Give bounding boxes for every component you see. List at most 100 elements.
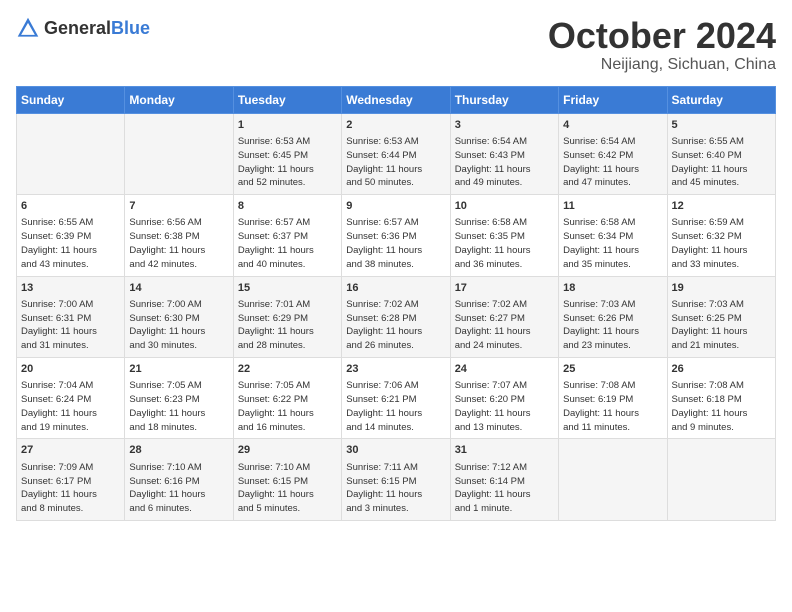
calendar-header-row: SundayMondayTuesdayWednesdayThursdayFrid… xyxy=(17,86,776,113)
day-info: Sunrise: 7:08 AM Sunset: 6:19 PM Dayligh… xyxy=(563,379,662,434)
day-info: Sunrise: 7:07 AM Sunset: 6:20 PM Dayligh… xyxy=(455,379,554,434)
day-info: Sunrise: 6:53 AM Sunset: 6:45 PM Dayligh… xyxy=(238,135,337,190)
calendar-cell: 7 Sunrise: 6:56 AM Sunset: 6:38 PM Daylig… xyxy=(125,195,233,276)
day-info: Sunrise: 6:54 AM Sunset: 6:42 PM Dayligh… xyxy=(563,135,662,190)
logo-text-general: General xyxy=(44,18,111,38)
calendar-cell: 19 Sunrise: 7:03 AM Sunset: 6:25 PM Dayli… xyxy=(667,276,775,357)
calendar-week-row: 27 Sunrise: 7:09 AM Sunset: 6:17 PM Dayli… xyxy=(17,439,776,520)
day-info: Sunrise: 7:05 AM Sunset: 6:23 PM Dayligh… xyxy=(129,379,228,434)
calendar-cell: 27 Sunrise: 7:09 AM Sunset: 6:17 PM Dayli… xyxy=(17,439,125,520)
calendar-cell: 21Sunrise: 7:05 AM Sunset: 6:23 PM Dayli… xyxy=(125,357,233,438)
calendar-cell: 3Sunrise: 6:54 AM Sunset: 6:43 PM Daylig… xyxy=(450,113,558,194)
day-info: Sunrise: 6:55 AM Sunset: 6:39 PM Dayligh… xyxy=(21,216,120,271)
logo-text-blue: Blue xyxy=(111,18,150,38)
day-info: Sunrise: 6:58 AM Sunset: 6:34 PM Dayligh… xyxy=(563,216,662,271)
day-number: 7 xyxy=(129,199,228,214)
calendar-cell: 15Sunrise: 7:01 AM Sunset: 6:29 PM Dayli… xyxy=(233,276,341,357)
calendar-cell xyxy=(125,113,233,194)
day-info: Sunrise: 7:10 AM Sunset: 6:16 PM Dayligh… xyxy=(129,461,228,516)
calendar-cell: 16 Sunrise: 7:02 AM Sunset: 6:28 PM Dayli… xyxy=(342,276,450,357)
day-number: 2 xyxy=(346,118,445,133)
day-info: Sunrise: 7:02 AM Sunset: 6:28 PM Dayligh… xyxy=(346,298,445,353)
day-info: Sunrise: 6:57 AM Sunset: 6:36 PM Dayligh… xyxy=(346,216,445,271)
page-header: GeneralBlue October 2024 Neijiang, Sichu… xyxy=(16,16,776,74)
column-header-thursday: Thursday xyxy=(450,86,558,113)
calendar-cell: 6 Sunrise: 6:55 AM Sunset: 6:39 PM Daylig… xyxy=(17,195,125,276)
day-number: 14 xyxy=(129,281,228,296)
calendar-cell: 5Sunrise: 6:55 AM Sunset: 6:40 PM Daylig… xyxy=(667,113,775,194)
column-header-tuesday: Tuesday xyxy=(233,86,341,113)
location: Neijiang, Sichuan, China xyxy=(548,56,776,74)
calendar-table: SundayMondayTuesdayWednesdayThursdayFrid… xyxy=(16,86,776,521)
day-info: Sunrise: 6:53 AM Sunset: 6:44 PM Dayligh… xyxy=(346,135,445,190)
calendar-cell: 11 Sunrise: 6:58 AM Sunset: 6:34 PM Dayli… xyxy=(559,195,667,276)
column-header-saturday: Saturday xyxy=(667,86,775,113)
day-info: Sunrise: 7:04 AM Sunset: 6:24 PM Dayligh… xyxy=(21,379,120,434)
calendar-cell: 9 Sunrise: 6:57 AM Sunset: 6:36 PM Daylig… xyxy=(342,195,450,276)
day-number: 28 xyxy=(129,443,228,458)
day-info: Sunrise: 7:03 AM Sunset: 6:26 PM Dayligh… xyxy=(563,298,662,353)
day-info: Sunrise: 7:08 AM Sunset: 6:18 PM Dayligh… xyxy=(672,379,771,434)
day-number: 22 xyxy=(238,362,337,377)
day-number: 18 xyxy=(563,281,662,296)
day-number: 29 xyxy=(238,443,337,458)
day-number: 26 xyxy=(672,362,771,377)
calendar-cell: 24 Sunrise: 7:07 AM Sunset: 6:20 PM Dayli… xyxy=(450,357,558,438)
day-number: 8 xyxy=(238,199,337,214)
day-number: 31 xyxy=(455,443,554,458)
calendar-cell: 18 Sunrise: 7:03 AM Sunset: 6:26 PM Dayli… xyxy=(559,276,667,357)
calendar-week-row: 6 Sunrise: 6:55 AM Sunset: 6:39 PM Daylig… xyxy=(17,195,776,276)
calendar-cell: 31 Sunrise: 7:12 AM Sunset: 6:14 PM Dayli… xyxy=(450,439,558,520)
logo-icon xyxy=(16,16,40,40)
day-number: 30 xyxy=(346,443,445,458)
day-info: Sunrise: 7:11 AM Sunset: 6:15 PM Dayligh… xyxy=(346,461,445,516)
calendar-cell: 4Sunrise: 6:54 AM Sunset: 6:42 PM Daylig… xyxy=(559,113,667,194)
calendar-cell: 14 Sunrise: 7:00 AM Sunset: 6:30 PM Dayli… xyxy=(125,276,233,357)
day-info: Sunrise: 7:03 AM Sunset: 6:25 PM Dayligh… xyxy=(672,298,771,353)
day-number: 5 xyxy=(672,118,771,133)
day-number: 13 xyxy=(21,281,120,296)
column-header-wednesday: Wednesday xyxy=(342,86,450,113)
day-number: 1 xyxy=(238,118,337,133)
calendar-week-row: 20Sunrise: 7:04 AM Sunset: 6:24 PM Dayli… xyxy=(17,357,776,438)
day-info: Sunrise: 7:00 AM Sunset: 6:30 PM Dayligh… xyxy=(129,298,228,353)
calendar-cell: 1 Sunrise: 6:53 AM Sunset: 6:45 PM Daylig… xyxy=(233,113,341,194)
day-number: 11 xyxy=(563,199,662,214)
day-number: 25 xyxy=(563,362,662,377)
title-block: October 2024 Neijiang, Sichuan, China xyxy=(548,16,776,74)
calendar-cell: 25 Sunrise: 7:08 AM Sunset: 6:19 PM Dayli… xyxy=(559,357,667,438)
day-info: Sunrise: 6:56 AM Sunset: 6:38 PM Dayligh… xyxy=(129,216,228,271)
calendar-cell: 29 Sunrise: 7:10 AM Sunset: 6:15 PM Dayli… xyxy=(233,439,341,520)
month-title: October 2024 xyxy=(548,16,776,56)
calendar-cell: 17Sunrise: 7:02 AM Sunset: 6:27 PM Dayli… xyxy=(450,276,558,357)
calendar-cell: 23Sunrise: 7:06 AM Sunset: 6:21 PM Dayli… xyxy=(342,357,450,438)
calendar-cell: 12Sunrise: 6:59 AM Sunset: 6:32 PM Dayli… xyxy=(667,195,775,276)
column-header-sunday: Sunday xyxy=(17,86,125,113)
day-info: Sunrise: 7:12 AM Sunset: 6:14 PM Dayligh… xyxy=(455,461,554,516)
day-number: 24 xyxy=(455,362,554,377)
day-info: Sunrise: 6:58 AM Sunset: 6:35 PM Dayligh… xyxy=(455,216,554,271)
day-info: Sunrise: 7:09 AM Sunset: 6:17 PM Dayligh… xyxy=(21,461,120,516)
calendar-cell: 20Sunrise: 7:04 AM Sunset: 6:24 PM Dayli… xyxy=(17,357,125,438)
day-number: 10 xyxy=(455,199,554,214)
calendar-cell: 2 Sunrise: 6:53 AM Sunset: 6:44 PM Daylig… xyxy=(342,113,450,194)
day-number: 9 xyxy=(346,199,445,214)
column-header-monday: Monday xyxy=(125,86,233,113)
calendar-week-row: 13 Sunrise: 7:00 AM Sunset: 6:31 PM Dayli… xyxy=(17,276,776,357)
day-info: Sunrise: 6:57 AM Sunset: 6:37 PM Dayligh… xyxy=(238,216,337,271)
day-info: Sunrise: 7:00 AM Sunset: 6:31 PM Dayligh… xyxy=(21,298,120,353)
day-number: 3 xyxy=(455,118,554,133)
day-info: Sunrise: 7:01 AM Sunset: 6:29 PM Dayligh… xyxy=(238,298,337,353)
day-info: Sunrise: 6:59 AM Sunset: 6:32 PM Dayligh… xyxy=(672,216,771,271)
column-header-friday: Friday xyxy=(559,86,667,113)
day-number: 19 xyxy=(672,281,771,296)
day-number: 16 xyxy=(346,281,445,296)
calendar-cell: 30 Sunrise: 7:11 AM Sunset: 6:15 PM Dayli… xyxy=(342,439,450,520)
calendar-cell xyxy=(559,439,667,520)
day-number: 27 xyxy=(21,443,120,458)
day-info: Sunrise: 7:10 AM Sunset: 6:15 PM Dayligh… xyxy=(238,461,337,516)
calendar-cell xyxy=(667,439,775,520)
day-number: 6 xyxy=(21,199,120,214)
day-number: 23 xyxy=(346,362,445,377)
calendar-cell: 13 Sunrise: 7:00 AM Sunset: 6:31 PM Dayli… xyxy=(17,276,125,357)
